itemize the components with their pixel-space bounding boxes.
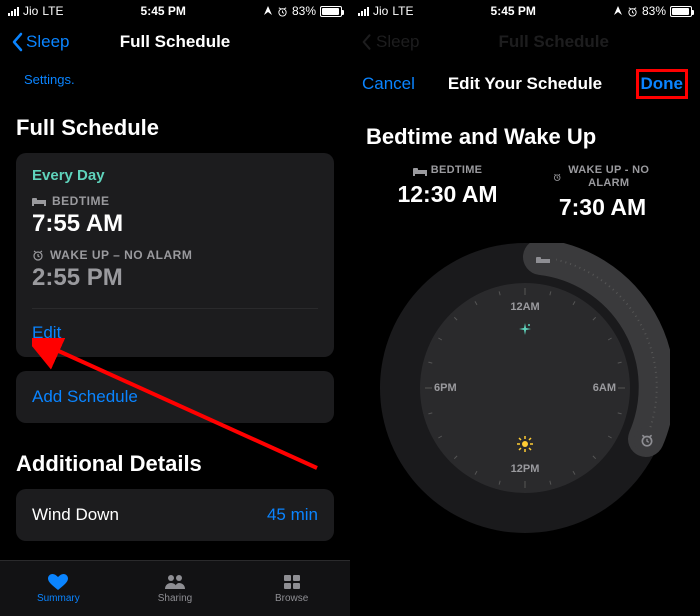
tab-sharing-label: Sharing [158,593,192,604]
status-bar: Jio LTE 5:45 PM 83% [350,0,700,20]
add-schedule-button[interactable]: Add Schedule [16,371,334,423]
alarm-clock-icon [32,249,44,261]
wakeup-value: 2:55 PM [32,264,318,292]
tab-browse-label: Browse [275,593,308,604]
wind-down-label: Wind Down [32,505,119,525]
alarm-icon [627,6,638,17]
tab-summary-label: Summary [37,593,80,604]
bedtime-label: BEDTIME [431,164,483,177]
done-button[interactable]: Done [641,74,684,93]
wind-down-value: 45 min [267,505,318,525]
clock-label: 5:45 PM [63,4,263,18]
nav-bar: Sleep Full Schedule [0,20,350,64]
people-icon [163,573,187,591]
carrier-label: Jio [373,4,388,18]
wakeup-label: WAKE UP - NO ALARM [565,164,653,190]
done-highlight: Done [636,69,689,99]
location-icon [263,6,273,16]
settings-link[interactable]: Settings. [16,64,334,87]
chevron-left-icon [12,32,24,52]
battery-pct: 83% [642,4,666,18]
bed-icon [32,196,46,206]
schedule-name: Every Day [32,167,318,184]
clock-label: 5:45 PM [413,4,613,18]
bedtime-wakeup-readout: BEDTIME 12:30 AM WAKE UP - NO ALARM 7:30… [350,164,700,221]
signal-icon [8,7,19,16]
network-label: LTE [42,4,63,18]
tab-browse[interactable]: Browse [233,561,350,616]
grid-icon [280,573,304,591]
battery-icon [320,6,342,17]
section-additional-title: Additional Details [16,451,334,477]
phone-left-full-schedule: Jio LTE 5:45 PM 83% Sleep Full Schedule … [0,0,350,616]
heart-icon [46,573,70,591]
wakeup-value: 7:30 AM [553,194,653,221]
battery-pct: 83% [292,4,316,18]
chevron-left-icon [362,33,372,51]
bed-icon [413,166,427,176]
sleep-dial[interactable]: 12AM 6AM 12PM 6PM [380,243,670,533]
dial-ticks [380,243,670,533]
wakeup-label: WAKE UP – NO ALARM [50,248,192,262]
bedtime-value: 7:55 AM [32,210,318,238]
schedule-card: Every Day BEDTIME 7:55 AM WAKE UP – NO A… [16,153,334,357]
alarm-icon [277,6,288,17]
section-full-schedule-title: Full Schedule [16,115,334,141]
dim-title: Full Schedule [419,32,688,52]
cancel-button[interactable]: Cancel [362,74,415,94]
signal-icon [358,7,369,16]
edit-button[interactable]: Edit [32,323,61,342]
tab-summary[interactable]: Summary [0,561,117,616]
bedtime-value: 12:30 AM [397,181,497,208]
tab-bar: Summary Sharing Browse [0,560,350,616]
back-button[interactable]: Sleep [12,32,69,52]
alarm-clock-icon [553,171,561,183]
location-icon [613,6,623,16]
battery-icon [670,6,692,17]
bedtime-label: BEDTIME [52,194,110,208]
dimmed-underlay-nav: Sleep Full Schedule [350,20,700,64]
dim-back-label: Sleep [376,32,419,52]
section-bedtime-title: Bedtime and Wake Up [366,124,684,150]
back-label: Sleep [26,32,69,52]
sheet-nav: Cancel Edit Your Schedule Done [350,64,700,104]
phone-right-edit-schedule: Jio LTE 5:45 PM 83% Sleep Full Schedule … [350,0,700,616]
wind-down-row[interactable]: Wind Down 45 min [16,489,334,541]
carrier-label: Jio [23,4,38,18]
status-bar: Jio LTE 5:45 PM 83% [0,0,350,20]
network-label: LTE [392,4,413,18]
tab-sharing[interactable]: Sharing [117,561,234,616]
add-schedule-label: Add Schedule [32,387,138,406]
